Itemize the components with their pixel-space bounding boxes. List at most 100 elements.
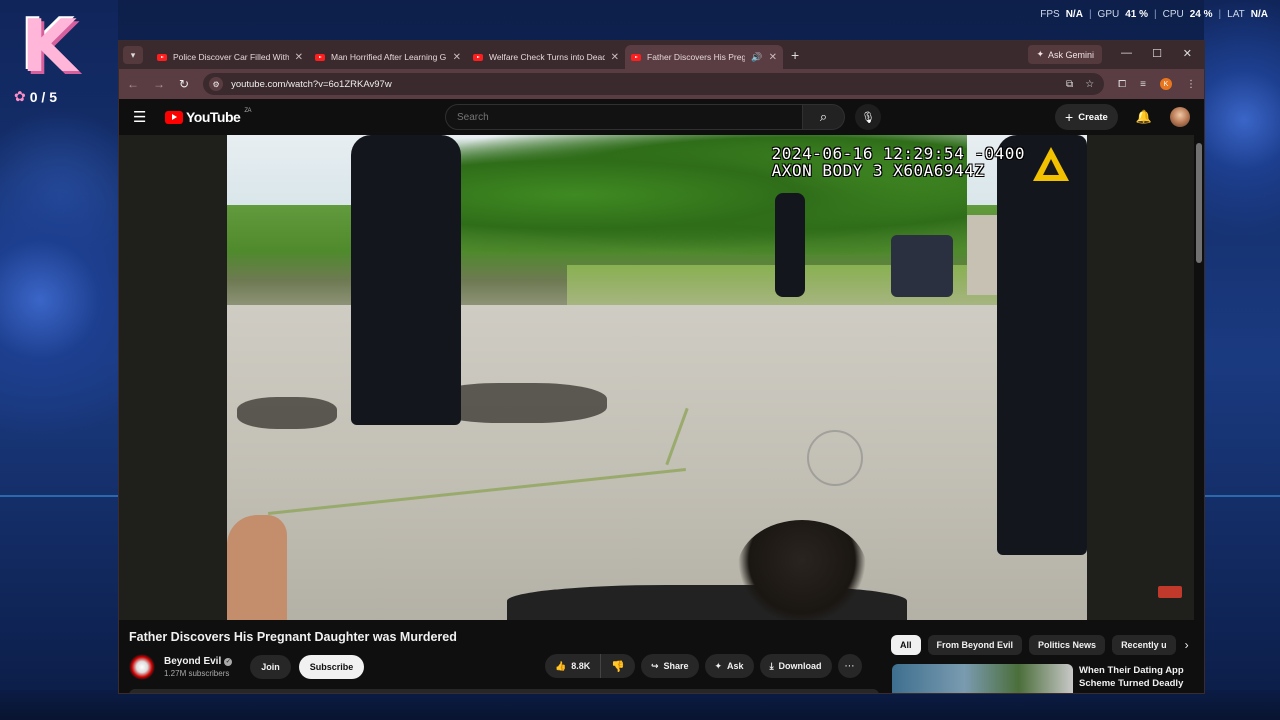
close-window-icon[interactable]: ✕ (1183, 47, 1192, 60)
download-button[interactable]: ⤓ Download (759, 654, 832, 678)
separator: | (1154, 9, 1157, 20)
url-text[interactable]: youtube.com/watch?v=6o1ZRKAv97w (231, 79, 392, 90)
verified-check-icon: ✓ (224, 657, 233, 666)
video-hand (227, 515, 287, 620)
tab-welfare-check[interactable]: Welfare Check Turns into Dead ✕ (467, 45, 625, 69)
chevron-right-icon[interactable]: › (1185, 638, 1189, 652)
thumbs-up-icon: 👍 (555, 660, 567, 671)
hamburger-menu-icon[interactable]: ☰ (133, 108, 153, 126)
chip-recently-uploaded[interactable]: Recently u (1112, 635, 1176, 655)
profile-avatar[interactable]: K (1160, 78, 1172, 90)
chip-all[interactable]: All (891, 635, 921, 655)
youtube-favicon-icon (473, 53, 483, 61)
ask-label: Ask (727, 661, 744, 671)
video-info-area: Father Discovers His Pregnant Daughter w… (119, 620, 1194, 693)
tab-search-button[interactable]: ▾ (123, 46, 143, 64)
search-bar: ⌕ 🎙 (445, 104, 881, 130)
page-scrollbar[interactable] (1196, 143, 1202, 263)
tab-man-horrified[interactable]: Man Horrified After Learning G ✕ (309, 45, 467, 69)
youtube-favicon-icon (315, 53, 325, 61)
lat-label: LAT (1227, 9, 1245, 20)
close-tab-icon[interactable]: ✕ (769, 52, 777, 63)
new-tab-button[interactable]: + (791, 47, 799, 63)
description-box[interactable] (129, 689, 879, 693)
forward-arrow-icon[interactable]: → (153, 77, 165, 91)
audio-playing-icon[interactable]: 🔊 (751, 52, 762, 63)
minimize-icon[interactable]: — (1121, 47, 1132, 59)
officer-left (351, 135, 461, 425)
region-code: ZA (244, 108, 251, 114)
youtube-favicon-icon (631, 53, 641, 61)
video-player[interactable]: 2024-06-16 12:29:54 -0400 AXON BODY 3 X6… (119, 135, 1194, 620)
channel-watermark[interactable] (1158, 586, 1182, 598)
tab-title: Father Discovers His Pregna (647, 52, 746, 62)
tab-police-discover[interactable]: Police Discover Car Filled With ✕ (151, 45, 309, 69)
tab-father-discovers[interactable]: Father Discovers His Pregna 🔊 ✕ (625, 45, 783, 69)
k-app-logo[interactable]: K (12, 6, 86, 86)
video-center-ring (807, 430, 863, 486)
close-tab-icon[interactable]: ✕ (295, 52, 303, 63)
share-button[interactable]: ↪ Share (640, 654, 699, 678)
ask-gemini-button[interactable]: ✦ Ask Gemini (1028, 45, 1102, 64)
notifications-bell-icon[interactable]: 🔔 (1136, 109, 1152, 125)
separator: | (1218, 9, 1222, 20)
ask-button[interactable]: ✦ Ask (704, 654, 754, 678)
counter-value: 0 / 5 (29, 88, 57, 105)
recommendation-thumbnail[interactable] (892, 664, 1073, 693)
channel-name[interactable]: Beyond Evil (164, 656, 221, 667)
flower-icon: ✿ (14, 88, 26, 104)
bookmark-star-icon[interactable]: ☆ (1085, 79, 1094, 90)
more-actions-button[interactable]: ⋯ (837, 654, 862, 678)
like-button[interactable]: 👍 8.8K (545, 654, 602, 678)
join-button[interactable]: Join (250, 655, 291, 679)
sparkle-icon: ✦ (714, 660, 723, 671)
browser-window: ▾ Police Discover Car Filled With ✕ Man … (118, 40, 1205, 694)
maximize-icon[interactable]: ☐ (1152, 47, 1162, 60)
browser-menu-icon[interactable]: ⋮ (1186, 79, 1196, 90)
fps-label: FPS (1040, 9, 1060, 20)
axon-logo-icon (1033, 147, 1069, 181)
voice-search-button[interactable]: 🎙 (855, 104, 881, 130)
plus-icon: + (1065, 109, 1074, 125)
video-truck (891, 235, 953, 297)
wallpaper-horizon-right (1204, 495, 1280, 497)
video-person-head (737, 520, 867, 620)
extensions-icon[interactable]: ⧠ (1118, 79, 1126, 90)
user-avatar[interactable] (1170, 107, 1190, 127)
search-input[interactable] (445, 104, 803, 130)
media-queue-icon[interactable]: ≡ (1140, 79, 1146, 90)
chip-politics-news[interactable]: Politics News (1029, 635, 1106, 655)
site-info-icon[interactable]: ⚙ (209, 77, 224, 91)
separator: | (1088, 9, 1092, 20)
subscribe-button[interactable]: Subscribe (298, 655, 365, 679)
cpu-value: 24 % (1189, 9, 1213, 20)
subscriber-count: 1.27M subscribers (164, 669, 230, 678)
download-label: Download (778, 661, 822, 671)
omnibox[interactable]: ⚙ youtube.com/watch?v=6o1ZRKAv97w ⧉ ☆ (203, 73, 1105, 95)
youtube-favicon-icon (157, 53, 167, 61)
bodycam-device: AXON BODY 3 X60A6944Z (771, 161, 985, 180)
youtube-logo-text: YouTube (186, 109, 241, 125)
officer-distant (775, 193, 805, 297)
recommendation-title[interactable]: When Their Dating App Scheme Turned Dead… (1079, 664, 1189, 690)
search-button[interactable]: ⌕ (803, 104, 845, 130)
install-app-icon[interactable]: ⧉ (1066, 79, 1073, 90)
close-tab-icon[interactable]: ✕ (611, 52, 619, 63)
download-icon: ⤓ (769, 660, 774, 671)
channel-info: Beyond Evil ✓ 1.27M subscribers (164, 656, 233, 678)
reload-icon[interactable]: ↻ (179, 77, 189, 91)
channel-avatar[interactable] (129, 654, 155, 680)
thumbs-down-icon: 👎 (611, 660, 625, 673)
youtube-logo[interactable]: YouTube ZA (165, 108, 251, 125)
chip-from-channel[interactable]: From Beyond Evil (927, 635, 1023, 655)
back-arrow-icon[interactable]: ← (127, 77, 139, 91)
close-tab-icon[interactable]: ✕ (453, 52, 461, 63)
ask-gemini-label: Ask Gemini (1047, 49, 1094, 60)
k-counter: ✿ 0 / 5 (14, 88, 57, 105)
officer-right (997, 135, 1087, 555)
video-frame[interactable]: 2024-06-16 12:29:54 -0400 AXON BODY 3 X6… (227, 135, 1087, 620)
dislike-button[interactable]: 👎 (601, 660, 635, 673)
channel-name-row: Beyond Evil ✓ (164, 656, 233, 667)
create-button[interactable]: + Create (1055, 104, 1118, 130)
wallpaper-horizon (0, 495, 118, 497)
